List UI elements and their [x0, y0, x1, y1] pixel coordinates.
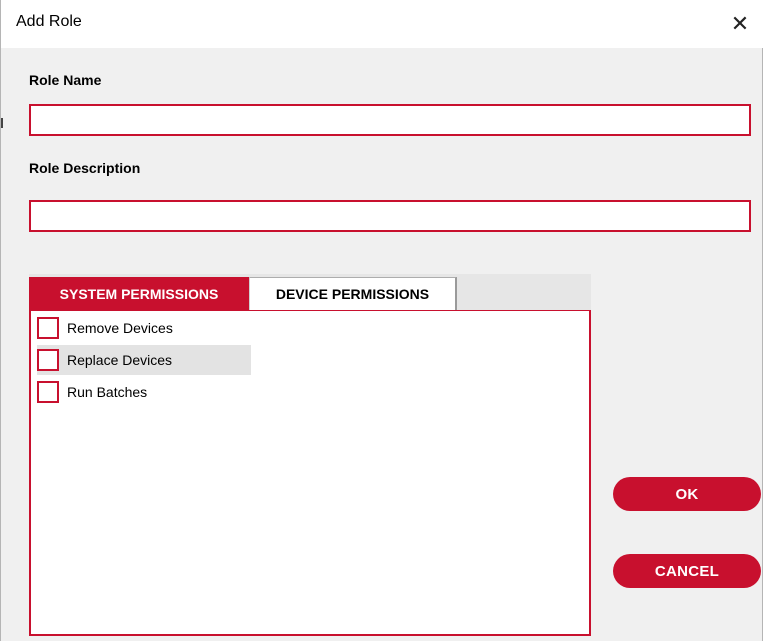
permission-label: Remove Devices: [67, 320, 173, 336]
cancel-button[interactable]: CANCEL: [613, 554, 761, 588]
role-name-input[interactable]: [29, 104, 751, 136]
dialog-title: Add Role: [16, 13, 82, 30]
role-description-input[interactable]: [29, 200, 751, 232]
tab-system-permissions[interactable]: SYSTEM PERMISSIONS: [29, 277, 249, 311]
replace-devices-checkbox[interactable]: [37, 349, 59, 371]
permission-item-remove-devices[interactable]: Remove Devices: [37, 313, 251, 343]
close-icon: ✕: [730, 11, 750, 36]
add-role-dialog: Add Role ✕ Role Name Role Description SY…: [0, 0, 763, 641]
permission-item-run-batches[interactable]: Run Batches: [37, 377, 251, 407]
close-button[interactable]: ✕: [717, 0, 763, 48]
system-permissions-panel: Remove Devices Replace Devices Run Batch…: [29, 310, 591, 636]
role-name-label: Role Name: [29, 72, 102, 88]
window-edge-mark: [1, 118, 3, 128]
role-description-label: Role Description: [29, 160, 141, 176]
tab-device-permissions[interactable]: DEVICE PERMISSIONS: [249, 277, 457, 310]
title-bar: Add Role ✕: [1, 0, 763, 48]
permission-label: Run Batches: [67, 384, 148, 400]
ok-button[interactable]: OK: [613, 477, 761, 511]
permission-label: Replace Devices: [67, 352, 173, 368]
permissions-tab-strip: SYSTEM PERMISSIONS DEVICE PERMISSIONS: [29, 274, 591, 311]
run-batches-checkbox[interactable]: [37, 381, 59, 403]
permission-item-replace-devices[interactable]: Replace Devices: [37, 345, 251, 375]
remove-devices-checkbox[interactable]: [37, 317, 59, 339]
